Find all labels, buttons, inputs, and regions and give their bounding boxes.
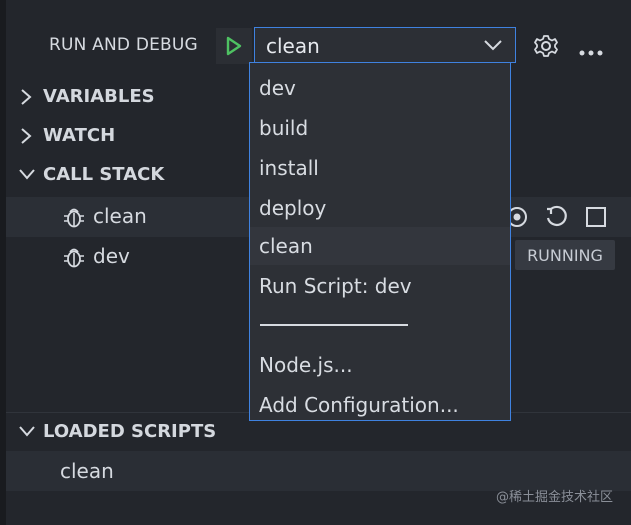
- launch-config-value: clean: [266, 34, 320, 58]
- more-icon[interactable]: [578, 42, 604, 61]
- watermark: @稀土掘金技术社区: [495, 490, 613, 505]
- section-call-stack-label: CALL STACK: [43, 164, 165, 185]
- launch-config-select[interactable]: clean: [254, 27, 516, 63]
- bug-icon: [64, 208, 84, 228]
- play-icon: [226, 36, 242, 56]
- dropdown-option-label: dev: [259, 76, 296, 100]
- status-badge: RUNNING: [515, 240, 615, 270]
- bug-icon: [64, 248, 84, 268]
- dropdown-option-label: Add Configuration...: [259, 393, 459, 417]
- chevron-right-icon: [21, 89, 32, 105]
- chevron-down-icon: [19, 169, 35, 180]
- section-loaded-scripts-label: LOADED SCRIPTS: [43, 421, 217, 442]
- chevron-right-icon: [21, 128, 32, 144]
- chevron-down-icon: [19, 426, 35, 437]
- dropdown-option-add-configuration[interactable]: Add Configuration...: [250, 386, 510, 420]
- dropdown-option-clean[interactable]: clean: [250, 227, 510, 265]
- dropdown-option-install[interactable]: install: [250, 149, 510, 187]
- loaded-script-item[interactable]: clean: [6, 451, 631, 491]
- dropdown-option-run-script[interactable]: Run Script: dev: [250, 267, 510, 305]
- dropdown-option-build[interactable]: build: [250, 109, 510, 147]
- section-watch-label: WATCH: [43, 125, 116, 146]
- gear-icon[interactable]: [533, 33, 559, 63]
- dropdown-option-label: Node.js...: [259, 353, 353, 377]
- dropdown-separator: [260, 324, 408, 326]
- dropdown-option-label: clean: [259, 234, 313, 258]
- section-variables-label: VARIABLES: [43, 86, 155, 107]
- dropdown-option-label: Run Script: dev: [259, 274, 412, 298]
- dropdown-option-label: install: [259, 156, 319, 180]
- call-stack-item-label: dev: [93, 244, 130, 268]
- dropdown-option-label: deploy: [259, 196, 327, 220]
- dropdown-option-label: build: [259, 116, 309, 140]
- chevron-down-icon: [484, 40, 502, 51]
- dropdown-option-nodejs[interactable]: Node.js...: [250, 346, 510, 384]
- launch-config-dropdown: dev build install deploy clean Run Scrip…: [249, 62, 511, 421]
- panel-title: RUN AND DEBUG: [49, 35, 198, 55]
- restart-icon[interactable]: [544, 205, 568, 229]
- start-debugging-button[interactable]: [216, 28, 252, 64]
- dropdown-option-deploy[interactable]: deploy: [250, 189, 510, 227]
- call-stack-item-label: clean: [93, 204, 147, 228]
- stop-icon[interactable]: [584, 205, 608, 229]
- loaded-script-label: clean: [60, 459, 114, 483]
- dropdown-option-dev[interactable]: dev: [250, 69, 510, 107]
